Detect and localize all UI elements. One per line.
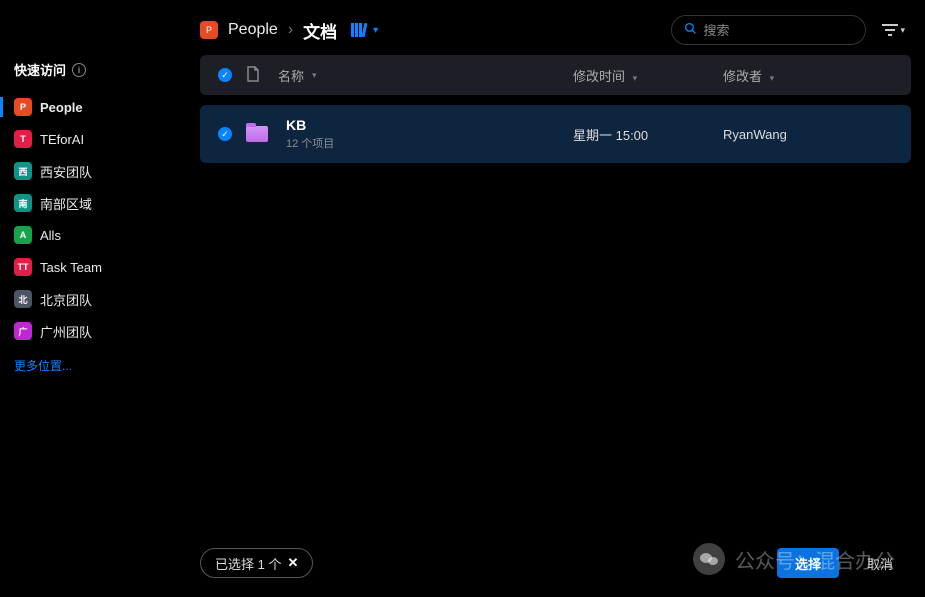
search-box[interactable] — [671, 15, 866, 45]
column-header-modified-label: 修改时间 — [573, 69, 625, 84]
clear-selection-button[interactable]: ✕ — [287, 555, 298, 571]
sidebar-item-1[interactable]: T TEforAI — [0, 123, 185, 155]
chevron-down-icon: ▾ — [900, 25, 905, 36]
selection-chip: 已选择 1 个 ✕ — [200, 548, 313, 578]
sidebar-badge-icon: T — [14, 130, 32, 148]
sidebar-badge-icon: 北 — [14, 290, 32, 308]
selection-count-label: 已选择 1 个 — [215, 554, 281, 573]
bottom-bar: 已选择 1 个 ✕ 选择 取消 — [200, 545, 911, 581]
folder-icon — [246, 126, 268, 142]
column-header-name-label: 名称 — [278, 66, 304, 85]
sidebar-item-3[interactable]: 南南部区域 — [0, 187, 185, 219]
sidebar-item-label: People — [40, 100, 83, 115]
row-name: KB — [286, 117, 334, 133]
sidebar-badge-icon: A — [14, 226, 32, 244]
filter-icon — [882, 23, 898, 37]
column-header-name[interactable]: 名称 ▾ — [278, 66, 573, 85]
row-modifier: RyanWang — [723, 127, 893, 142]
column-header-modifier[interactable]: 修改者 ▾ — [723, 66, 893, 85]
quick-access-header: 快速访问 i — [0, 60, 185, 91]
sidebar-badge-icon: 南 — [14, 194, 32, 212]
chevron-down-icon: ▾ — [633, 73, 638, 83]
library-icon — [351, 22, 369, 38]
sidebar-item-label: 北京团队 — [40, 290, 92, 309]
select-all-checkbox[interactable]: ✓ — [218, 68, 232, 82]
column-header-modifier-label: 修改者 — [723, 69, 762, 84]
sidebar-item-0[interactable]: P People — [0, 91, 185, 123]
quick-access-label: 快速访问 — [14, 60, 66, 79]
file-list: ✓ 名称 ▾ 修改时间 ▾ 修改者 ▾ ✓ KB 12 个项目 星期一 15:00Ry… — [200, 55, 911, 537]
row-checkbox[interactable]: ✓ — [218, 127, 232, 141]
cancel-button[interactable]: 取消 — [849, 548, 911, 578]
chevron-down-icon: ▾ — [770, 73, 775, 83]
breadcrumb-root[interactable]: People — [228, 21, 278, 39]
select-button[interactable]: 选择 — [777, 548, 839, 578]
chevron-down-icon: ▾ — [312, 70, 317, 81]
file-type-column-icon[interactable] — [246, 66, 260, 85]
info-icon[interactable]: i — [72, 63, 86, 77]
table-row[interactable]: ✓ KB 12 个项目 星期一 15:00RyanWang — [200, 105, 911, 163]
search-input[interactable] — [703, 23, 879, 38]
breadcrumb-badge-icon: P — [200, 21, 218, 39]
breadcrumb-current: 文档 — [303, 18, 337, 43]
list-header: ✓ 名称 ▾ 修改时间 ▾ 修改者 ▾ — [200, 55, 911, 95]
sidebar-item-7[interactable]: 广广州团队 — [0, 315, 185, 347]
sidebar-badge-icon: P — [14, 98, 32, 116]
sidebar-item-label: 南部区域 — [40, 194, 92, 213]
sidebar-item-label: TEforAI — [40, 132, 84, 147]
sidebar-item-6[interactable]: 北北京团队 — [0, 283, 185, 315]
more-locations-link[interactable]: 更多位置... — [0, 347, 185, 384]
view-mode-button[interactable]: ▾ — [351, 22, 378, 38]
column-header-modified[interactable]: 修改时间 ▾ — [573, 66, 723, 85]
chevron-down-icon: ▾ — [373, 25, 378, 36]
sidebar-item-label: Alls — [40, 228, 61, 243]
breadcrumb-separator-icon: › — [288, 21, 293, 39]
sidebar: 快速访问 i PPeopleTTEforAI西西安团队南南部区域AAllsTTT… — [0, 0, 185, 597]
sidebar-item-label: 西安团队 — [40, 162, 92, 181]
sidebar-item-4[interactable]: A Alls — [0, 219, 185, 251]
sidebar-item-label: 广州团队 — [40, 322, 92, 341]
top-bar: P People › 文档 ▾ ▾ — [200, 10, 911, 50]
sidebar-badge-icon: TT — [14, 258, 32, 276]
sidebar-badge-icon: 西 — [14, 162, 32, 180]
sidebar-item-label: Task Team — [40, 260, 102, 275]
sidebar-item-5[interactable]: TT Task Team — [0, 251, 185, 283]
search-icon — [684, 22, 697, 38]
sidebar-badge-icon: 广 — [14, 322, 32, 340]
filter-button[interactable]: ▾ — [876, 19, 911, 41]
sidebar-item-2[interactable]: 西西安团队 — [0, 155, 185, 187]
row-modified-time: 星期一 15:00 — [573, 125, 723, 144]
row-subtitle: 12 个项目 — [286, 135, 334, 151]
